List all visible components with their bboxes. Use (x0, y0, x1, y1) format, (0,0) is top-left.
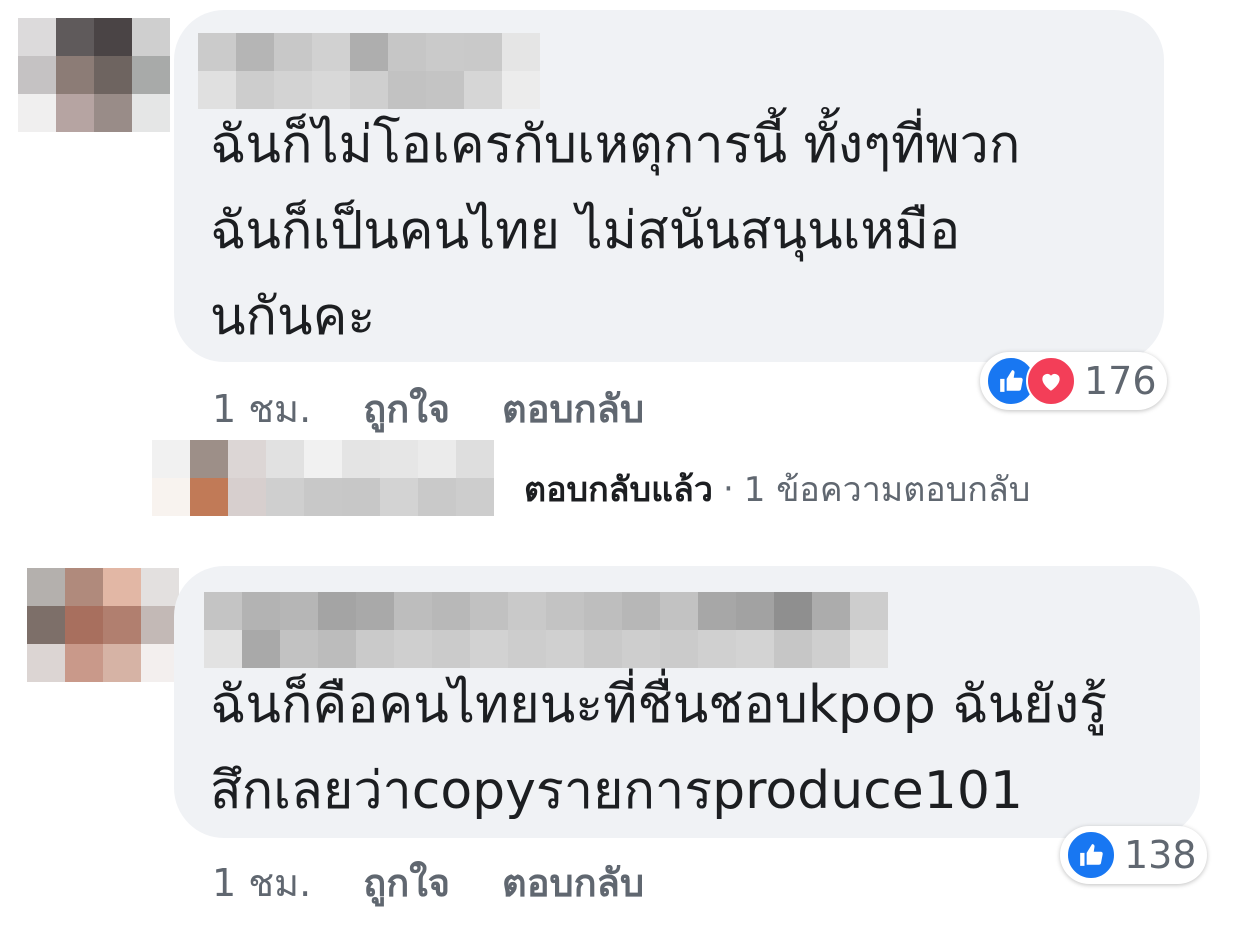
replier-name-blurred[interactable] (152, 440, 494, 516)
reaction-count: 138 (1124, 833, 1197, 877)
replied-label[interactable]: ตอบกลับแล้ว (524, 462, 713, 516)
reply-button[interactable]: ตอบกลับ (502, 378, 644, 439)
like-icon (1066, 830, 1116, 880)
comment-timestamp[interactable]: 1 ชม. (212, 378, 311, 439)
avatar[interactable] (27, 568, 179, 682)
reply-count-link[interactable]: 1 ข้อความตอบกลับ (744, 462, 1031, 516)
avatar[interactable] (18, 18, 170, 132)
comment-line: ฉันก็คือคนไทยนะที่ชื่นชอบkpop ฉันยังรู้ (210, 675, 1108, 735)
comment-actions: 1 ชม. ถูกใจ ตอบกลับ (212, 852, 644, 913)
separator-dot: · (722, 469, 734, 509)
comment-line: นกันคะ (210, 287, 376, 347)
comment-line: ฉันก็ไม่โอเครกับเหตุการนี้ ทั้งๆที่พวก (210, 115, 1021, 175)
reaction-count: 176 (1084, 359, 1157, 403)
comment-actions: 1 ชม. ถูกใจ ตอบกลับ (212, 378, 644, 439)
like-button[interactable]: ถูกใจ (363, 378, 450, 439)
commenter-name-blurred[interactable] (204, 592, 888, 668)
love-icon (1026, 356, 1076, 406)
like-button[interactable]: ถูกใจ (363, 852, 450, 913)
commenter-name-blurred[interactable] (198, 33, 540, 109)
comment-timestamp[interactable]: 1 ชม. (212, 852, 311, 913)
comment-text: ฉันก็ไม่โอเครกับเหตุการนี้ ทั้งๆที่พวก ฉ… (210, 102, 1020, 360)
comment-text: ฉันก็คือคนไทยนะที่ชื่นชอบkpop ฉันยังรู้ … (210, 662, 1107, 834)
reaction-summary[interactable]: 176 (980, 352, 1167, 410)
reaction-summary[interactable]: 138 (1060, 826, 1207, 884)
comment-line: ฉันก็เป็นคนไทย ไม่สนันสนุนเหมือ (210, 201, 961, 261)
reply-button[interactable]: ตอบกลับ (502, 852, 644, 913)
replies-summary[interactable]: ตอบกลับแล้ว · 1 ข้อความตอบกลับ (524, 462, 1030, 516)
comment-line: สึกเลยว่าcopyรายการproduce101 (210, 761, 1023, 821)
